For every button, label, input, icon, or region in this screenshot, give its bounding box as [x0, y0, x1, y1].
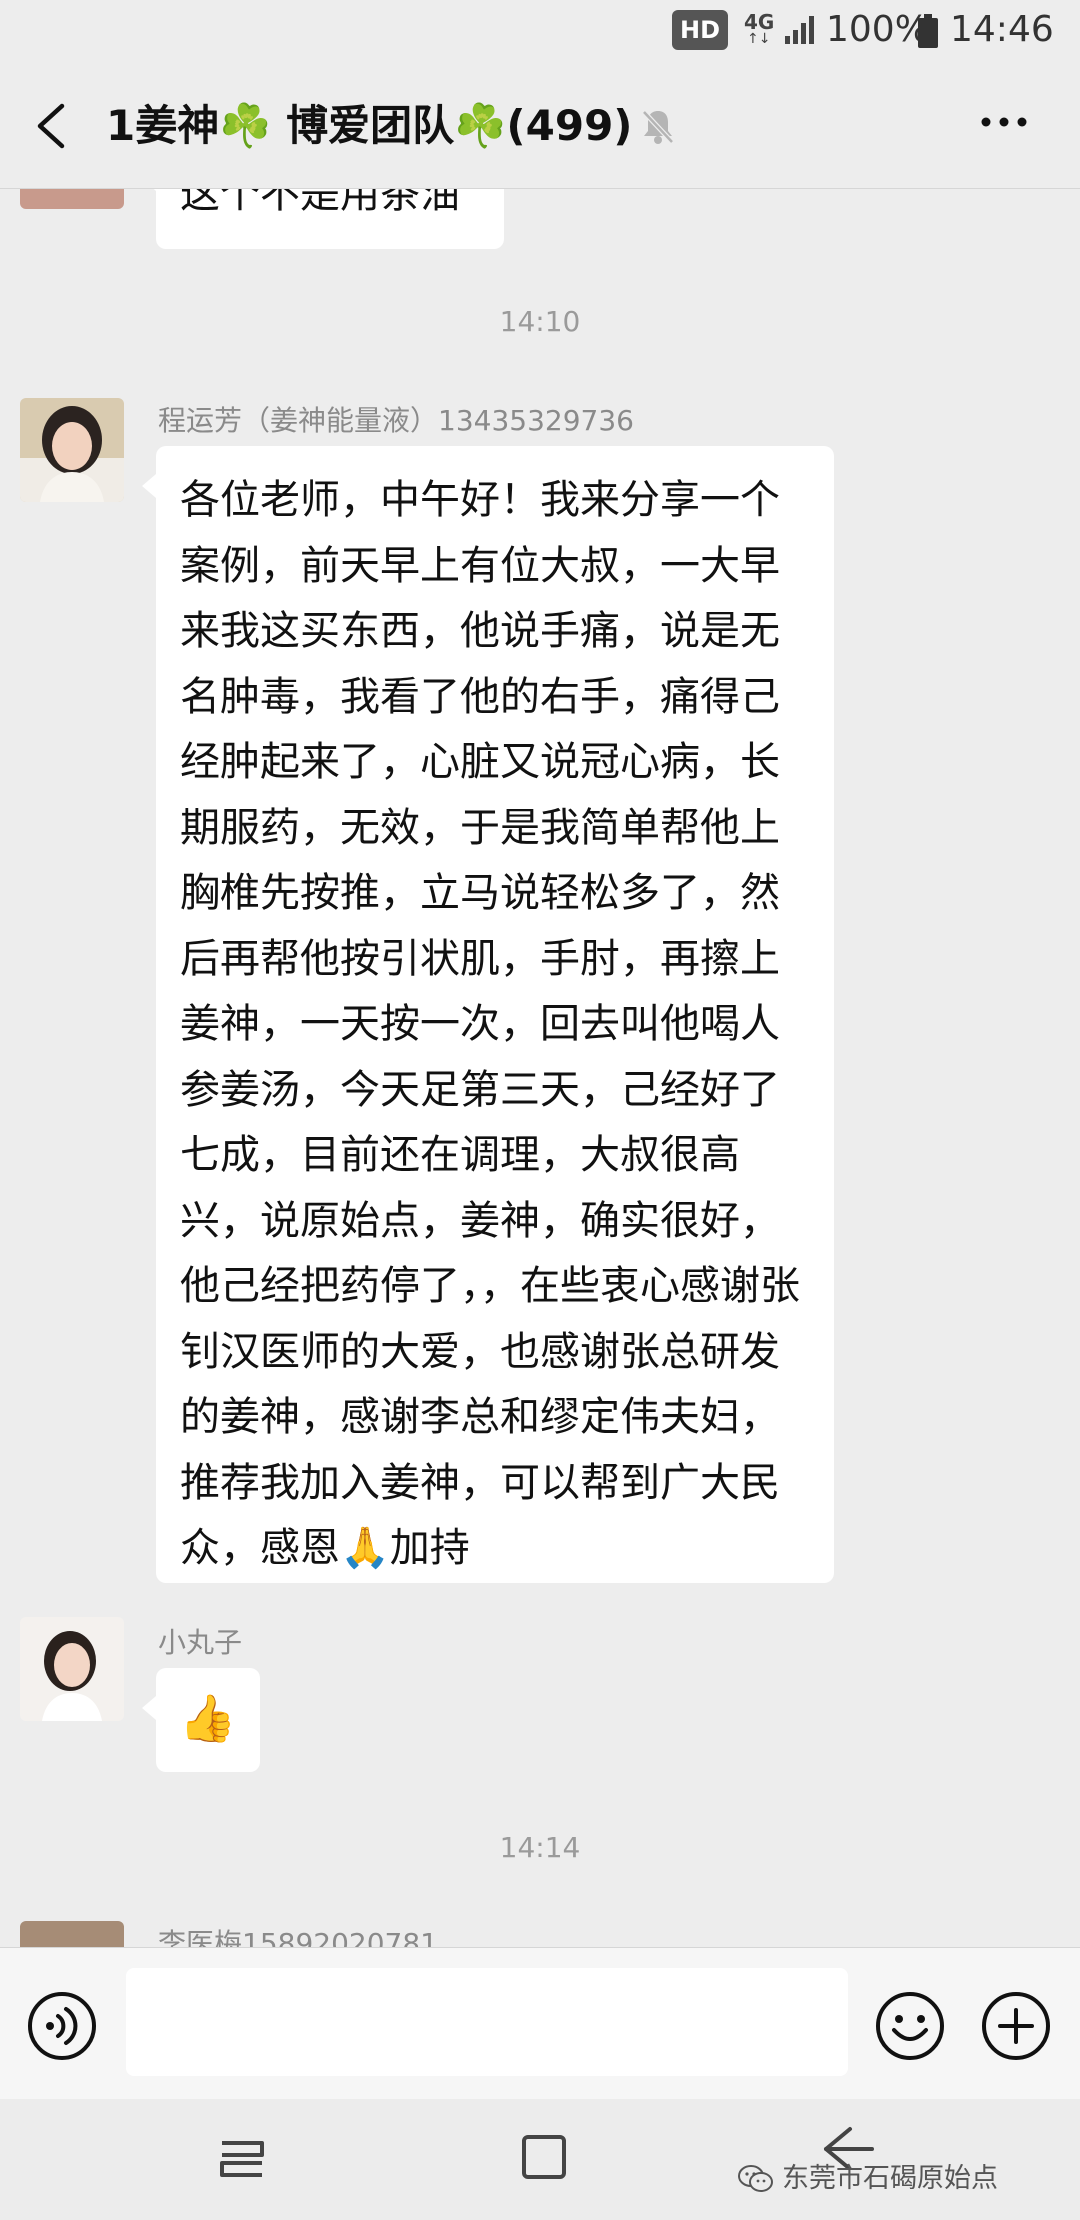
avatar[interactable]: [20, 398, 124, 502]
recent-apps-icon[interactable]: [218, 2137, 266, 2181]
watermark: 东莞市石碣原始点: [738, 2157, 998, 2201]
avatar[interactable]: [20, 1921, 124, 1947]
sender-name: 程运芳（姜神能量液）13435329736: [158, 404, 634, 437]
avatar-photo-icon: [20, 398, 124, 502]
message-bubble[interactable]: 各位老师，中午好！我来分享一个案例，前天早上有位大叔，一大早来我这买东西，他说手…: [142, 446, 834, 1583]
sender-name: 李医梅15892020781: [158, 1927, 438, 1947]
message-text: 这个不是用茶油: [180, 189, 460, 217]
chevron-left-icon[interactable]: [32, 102, 72, 150]
network-type: 4G: [744, 10, 775, 34]
chat-header: 1姜神☘️ 博爱团队☘️(499): [0, 64, 1080, 189]
wechat-icon: [738, 2165, 773, 2192]
battery-icon: [918, 14, 938, 48]
hd-badge: HD: [672, 10, 728, 50]
battery-percent: 100%: [826, 9, 929, 50]
network-activity-icon: ↑↓: [747, 31, 771, 47]
timestamp: 14:10: [499, 305, 581, 338]
system-nav-bar: 东莞市石碣原始点: [0, 2099, 1080, 2220]
timestamp: 14:14: [499, 1831, 581, 1864]
plus-icon[interactable]: [980, 1990, 1052, 2062]
sender-name: 小丸子: [158, 1626, 243, 1659]
signal-icon: [785, 16, 814, 44]
voice-icon[interactable]: [26, 1990, 98, 2062]
message-text: 各位老师，中午好！我来分享一个案例，前天早上有位大叔，一大早来我这买东西，他说手…: [180, 477, 800, 1571]
message-bubble[interactable]: 这个不是用茶油: [142, 189, 504, 249]
avatar-photo-icon: [20, 1617, 124, 1721]
watermark-text: 东莞市石碣原始点: [782, 2163, 998, 2194]
input-bar: [0, 1947, 1080, 2100]
avatar[interactable]: [20, 1617, 124, 1721]
chat-title: 1姜神☘️ 博爱团队☘️(499): [106, 101, 633, 150]
avatar[interactable]: [20, 189, 124, 209]
emoji-icon[interactable]: [874, 1990, 946, 2062]
status-time: 14:46: [950, 9, 1054, 50]
message-list[interactable]: 这个不是用茶油 14:10 程运芳（姜神能量液）13435329736 各位老师…: [0, 189, 1080, 1947]
home-icon[interactable]: [520, 2133, 568, 2181]
status-bar: HD 4G ↑↓ 100% 14:46: [0, 0, 1080, 64]
thumbs-up-emoji: 👍: [179, 1691, 237, 1745]
more-dots-icon[interactable]: [980, 116, 1028, 128]
message-input[interactable]: [126, 1968, 848, 2076]
message-bubble[interactable]: 👍: [142, 1668, 260, 1772]
bell-muted-icon: [642, 110, 674, 144]
